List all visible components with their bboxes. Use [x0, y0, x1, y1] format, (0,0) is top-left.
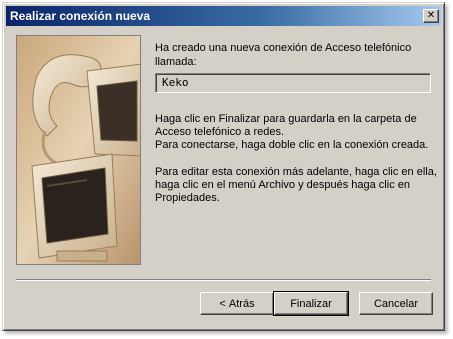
computer-monitor-icon — [17, 36, 140, 264]
finish-instructions-line-3: Para conectarse, haga doble clic en la c… — [155, 139, 429, 151]
intro-label: Ha creado una nueva conexión de Acceso t… — [155, 42, 412, 68]
edit-instructions-line-2: haga clic en el menú Archivo y después h… — [155, 179, 410, 191]
cancel-button-label: Cancelar — [373, 297, 419, 310]
dialog-window: Realizar conexión nueva ✕ Ha creado una … — [2, 2, 445, 331]
finish-button-label: Finalizar — [290, 297, 332, 310]
cancel-button[interactable]: Cancelar — [359, 292, 433, 315]
title-bar[interactable]: Realizar conexión nueva ✕ — [6, 6, 441, 26]
edit-instructions-line-1: Para editar esta conexión más adelante, … — [155, 166, 437, 178]
edit-instructions: Para editar esta conexión más adelante, … — [155, 166, 440, 205]
back-button[interactable]: < Atrás — [200, 292, 274, 315]
finish-instructions-line-1: Haga clic en Finalizar para guardarla en… — [155, 113, 417, 125]
connection-name-field: Keko — [155, 73, 431, 93]
button-separator — [16, 279, 431, 281]
wizard-illustration — [16, 35, 141, 265]
close-button[interactable]: ✕ — [423, 9, 439, 23]
back-arrow: < — [219, 297, 229, 310]
finish-button[interactable]: Finalizar — [273, 291, 349, 316]
intro-text: Ha creado una nueva conexión de Acceso t… — [155, 41, 435, 77]
finish-instructions-line-2: Acceso telefónico a redes. — [155, 126, 285, 138]
back-button-label: Atrás — [228, 297, 255, 310]
close-icon: ✕ — [426, 10, 436, 21]
window-title: Realizar conexión nueva — [10, 9, 151, 23]
edit-instructions-line-3: Propiedades. — [155, 192, 220, 204]
finish-instructions: Haga clic en Finalizar para guardarla en… — [155, 113, 440, 152]
